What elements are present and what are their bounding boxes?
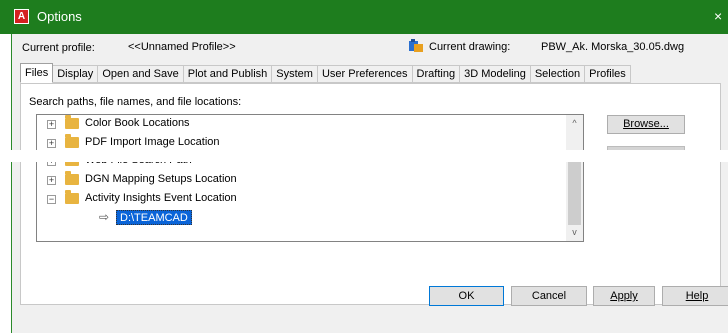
tree-item-label: Activity Insights Event Location: [85, 192, 237, 204]
ok-button[interactable]: OK: [429, 286, 504, 306]
tree-item-activity-insights[interactable]: − Activity Insights Event Location: [37, 190, 567, 208]
apply-button[interactable]: Apply: [593, 286, 655, 306]
current-drawing-label: Current drawing:: [429, 41, 511, 53]
tab-drafting[interactable]: Drafting: [412, 65, 461, 83]
tab-open-and-save[interactable]: Open and Save: [98, 65, 184, 83]
tab-strip: Files Display Open and Save Plot and Pub…: [20, 63, 631, 83]
browse-button-label: Browse...: [623, 118, 669, 130]
scroll-thumb[interactable]: [568, 155, 581, 225]
overlay-strip: [0, 150, 728, 162]
scroll-up-icon[interactable]: ^: [566, 115, 583, 132]
tree-item-teamcad-path[interactable]: ⇨ D:\TEAMCAD: [37, 209, 567, 227]
tab-display[interactable]: Display: [53, 65, 99, 83]
current-profile-label: Current profile:: [22, 42, 95, 54]
window-title: Options: [37, 9, 82, 24]
expand-icon[interactable]: +: [47, 120, 56, 129]
folder-icon: [65, 171, 79, 185]
tab-3d-modeling[interactable]: 3D Modeling: [460, 65, 531, 83]
tree-item-label: PDF Import Image Location: [85, 136, 220, 148]
tree-scrollbar[interactable]: ^ v: [566, 115, 583, 241]
apply-button-label: Apply: [610, 290, 638, 302]
help-button[interactable]: Help: [662, 286, 728, 306]
folder-icon: [65, 115, 79, 129]
tree-item-color-book[interactable]: + Color Book Locations: [37, 115, 567, 133]
tab-user-preferences[interactable]: User Preferences: [317, 65, 413, 83]
tab-selection[interactable]: Selection: [530, 65, 586, 83]
current-profile-value: <<Unnamed Profile>>: [128, 41, 236, 53]
expand-icon[interactable]: +: [47, 139, 56, 148]
cancel-button[interactable]: Cancel: [511, 286, 587, 306]
file-locations-tree[interactable]: + Color Book Locations + PDF Import Imag…: [36, 114, 584, 242]
tab-plot-and-publish[interactable]: Plot and Publish: [183, 65, 273, 83]
path-arrow-icon: ⇨: [99, 210, 110, 224]
options-dialog: Current profile: <<Unnamed Profile>> Cur…: [11, 34, 728, 333]
selected-path[interactable]: D:\TEAMCAD: [116, 210, 192, 225]
tree-item-label: DGN Mapping Setups Location: [85, 173, 237, 185]
tree-item-dgn-mapping[interactable]: + DGN Mapping Setups Location: [37, 171, 567, 189]
title-bar: A Options ×: [0, 0, 728, 34]
autocad-icon: A: [14, 9, 29, 24]
drawing-icon: [409, 39, 423, 52]
help-button-label: Help: [685, 290, 709, 302]
files-tab-panel: Search paths, file names, and file locat…: [20, 83, 721, 305]
tab-profiles[interactable]: Profiles: [585, 65, 631, 83]
search-paths-label: Search paths, file names, and file locat…: [29, 96, 242, 108]
scroll-down-icon[interactable]: v: [566, 224, 583, 241]
folder-icon: [65, 190, 79, 204]
browse-button[interactable]: Browse...: [607, 115, 685, 134]
expand-icon[interactable]: +: [47, 176, 56, 185]
tab-files[interactable]: Files: [20, 63, 54, 83]
tab-system[interactable]: System: [272, 65, 318, 83]
folder-icon: [65, 134, 79, 148]
close-icon[interactable]: ×: [714, 8, 728, 24]
tree-item-label: Color Book Locations: [85, 117, 190, 129]
collapse-icon[interactable]: −: [47, 195, 56, 204]
current-drawing-value: PBW_Ak. Morska_30.05.dwg: [541, 41, 685, 53]
